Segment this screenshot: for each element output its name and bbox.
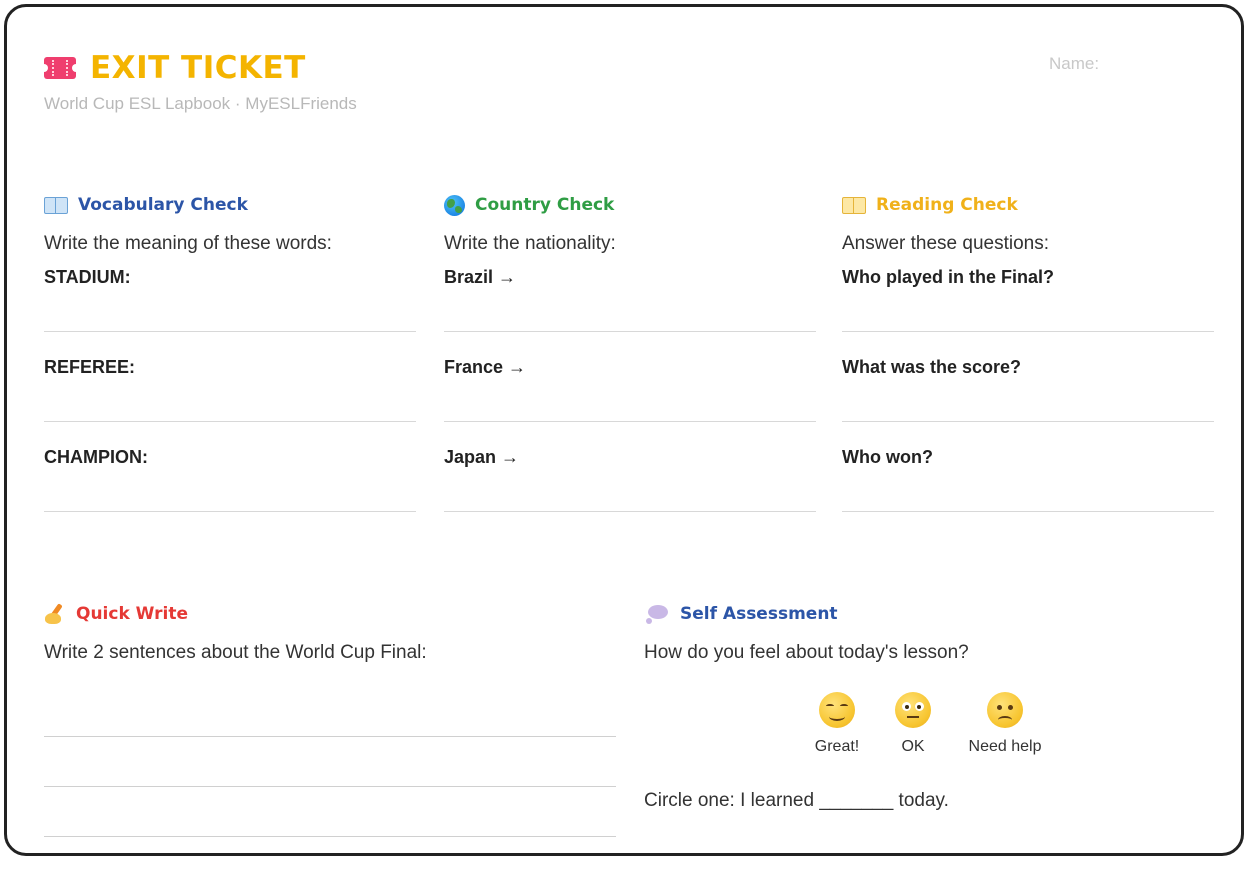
name-field-label[interactable]: Name: bbox=[1049, 54, 1099, 74]
open-book-icon bbox=[842, 196, 866, 214]
open-book-icon bbox=[44, 196, 68, 214]
answer-line[interactable] bbox=[444, 331, 816, 332]
item-label: France → bbox=[444, 357, 527, 377]
section-title: Reading Check bbox=[876, 195, 1018, 215]
answer-line[interactable] bbox=[842, 511, 1214, 512]
answer-item[interactable]: Brazil → bbox=[444, 267, 816, 357]
item-label: Who won? bbox=[842, 447, 933, 467]
ticket-icon bbox=[40, 57, 80, 79]
feeling-label: OK bbox=[901, 738, 925, 755]
item-label: Japan → bbox=[444, 447, 520, 467]
answer-line[interactable] bbox=[44, 331, 416, 332]
worried-face-icon bbox=[987, 692, 1023, 728]
country-check-section: Country Check Write the nationality: Bra… bbox=[444, 193, 816, 537]
feeling-option-great[interactable]: Great! bbox=[797, 692, 877, 756]
answer-item[interactable]: Who won? bbox=[842, 447, 1214, 537]
section-instruction: Write the meaning of these words: bbox=[44, 233, 332, 254]
section-title: Country Check bbox=[475, 195, 615, 215]
answer-line[interactable] bbox=[44, 421, 416, 422]
item-label: REFEREE: bbox=[44, 357, 136, 377]
section-title: Quick Write bbox=[76, 604, 189, 624]
quick-write-section: Quick Write Write 2 sentences about the … bbox=[44, 602, 616, 884]
title-row: EXIT TICKET bbox=[40, 50, 306, 86]
globe-icon bbox=[444, 194, 465, 216]
section-title: Vocabulary Check bbox=[78, 195, 248, 215]
item-label: STADIUM: bbox=[44, 267, 131, 287]
section-instruction: How do you feel about today's lesson? bbox=[644, 642, 969, 663]
feeling-label: Great! bbox=[814, 738, 860, 755]
section-instruction: Answer these questions: bbox=[842, 233, 1050, 254]
item-label: Who played in the Final? bbox=[842, 267, 1055, 287]
writing-line[interactable] bbox=[44, 786, 616, 787]
smiling-face-icon bbox=[819, 692, 855, 728]
writing-line[interactable] bbox=[44, 836, 616, 837]
self-assessment-section: Self Assessment How do you feel about to… bbox=[644, 602, 1214, 811]
reading-check-section: Reading Check Answer these questions: Wh… bbox=[842, 193, 1214, 537]
writing-hand-icon bbox=[44, 603, 66, 625]
answer-item[interactable]: What was the score? bbox=[842, 357, 1214, 447]
page-title: EXIT TICKET bbox=[90, 50, 306, 86]
answer-item[interactable]: Japan → bbox=[444, 447, 816, 537]
learned-sentence[interactable]: Circle one: I learned _______ today. bbox=[644, 790, 949, 812]
neutral-face-icon bbox=[895, 692, 931, 728]
answer-line[interactable] bbox=[842, 421, 1214, 422]
feeling-options: Great! OK Need help bbox=[644, 692, 1214, 772]
item-label: What was the score? bbox=[842, 357, 1022, 377]
answer-item[interactable]: France → bbox=[444, 357, 816, 447]
feeling-label: Need help bbox=[968, 738, 1042, 755]
answer-item[interactable]: CHAMPION: bbox=[44, 447, 416, 537]
writing-line[interactable] bbox=[44, 736, 616, 737]
writing-lines[interactable] bbox=[44, 664, 616, 884]
section-instruction: Write 2 sentences about the World Cup Fi… bbox=[44, 642, 427, 663]
answer-item[interactable]: Who played in the Final? bbox=[842, 267, 1214, 357]
feeling-option-ok[interactable]: OK bbox=[873, 692, 953, 756]
answer-item[interactable]: STADIUM: bbox=[44, 267, 416, 357]
section-title: Self Assessment bbox=[680, 604, 838, 624]
item-label: CHAMPION: bbox=[44, 447, 148, 467]
answer-line[interactable] bbox=[444, 511, 816, 512]
vocabulary-check-section: Vocabulary Check Write the meaning of th… bbox=[44, 193, 416, 537]
thought-bubble-icon bbox=[644, 603, 670, 625]
answer-item[interactable]: REFEREE: bbox=[44, 357, 416, 447]
feeling-option-need-help[interactable]: Need help bbox=[965, 692, 1045, 756]
answer-line[interactable] bbox=[444, 421, 816, 422]
answer-line[interactable] bbox=[842, 331, 1214, 332]
section-instruction: Write the nationality: bbox=[444, 233, 616, 254]
page-subtitle: World Cup ESL Lapbook · MyESLFriends bbox=[44, 94, 357, 113]
answer-line[interactable] bbox=[44, 511, 416, 512]
item-label: Brazil → bbox=[444, 267, 517, 287]
